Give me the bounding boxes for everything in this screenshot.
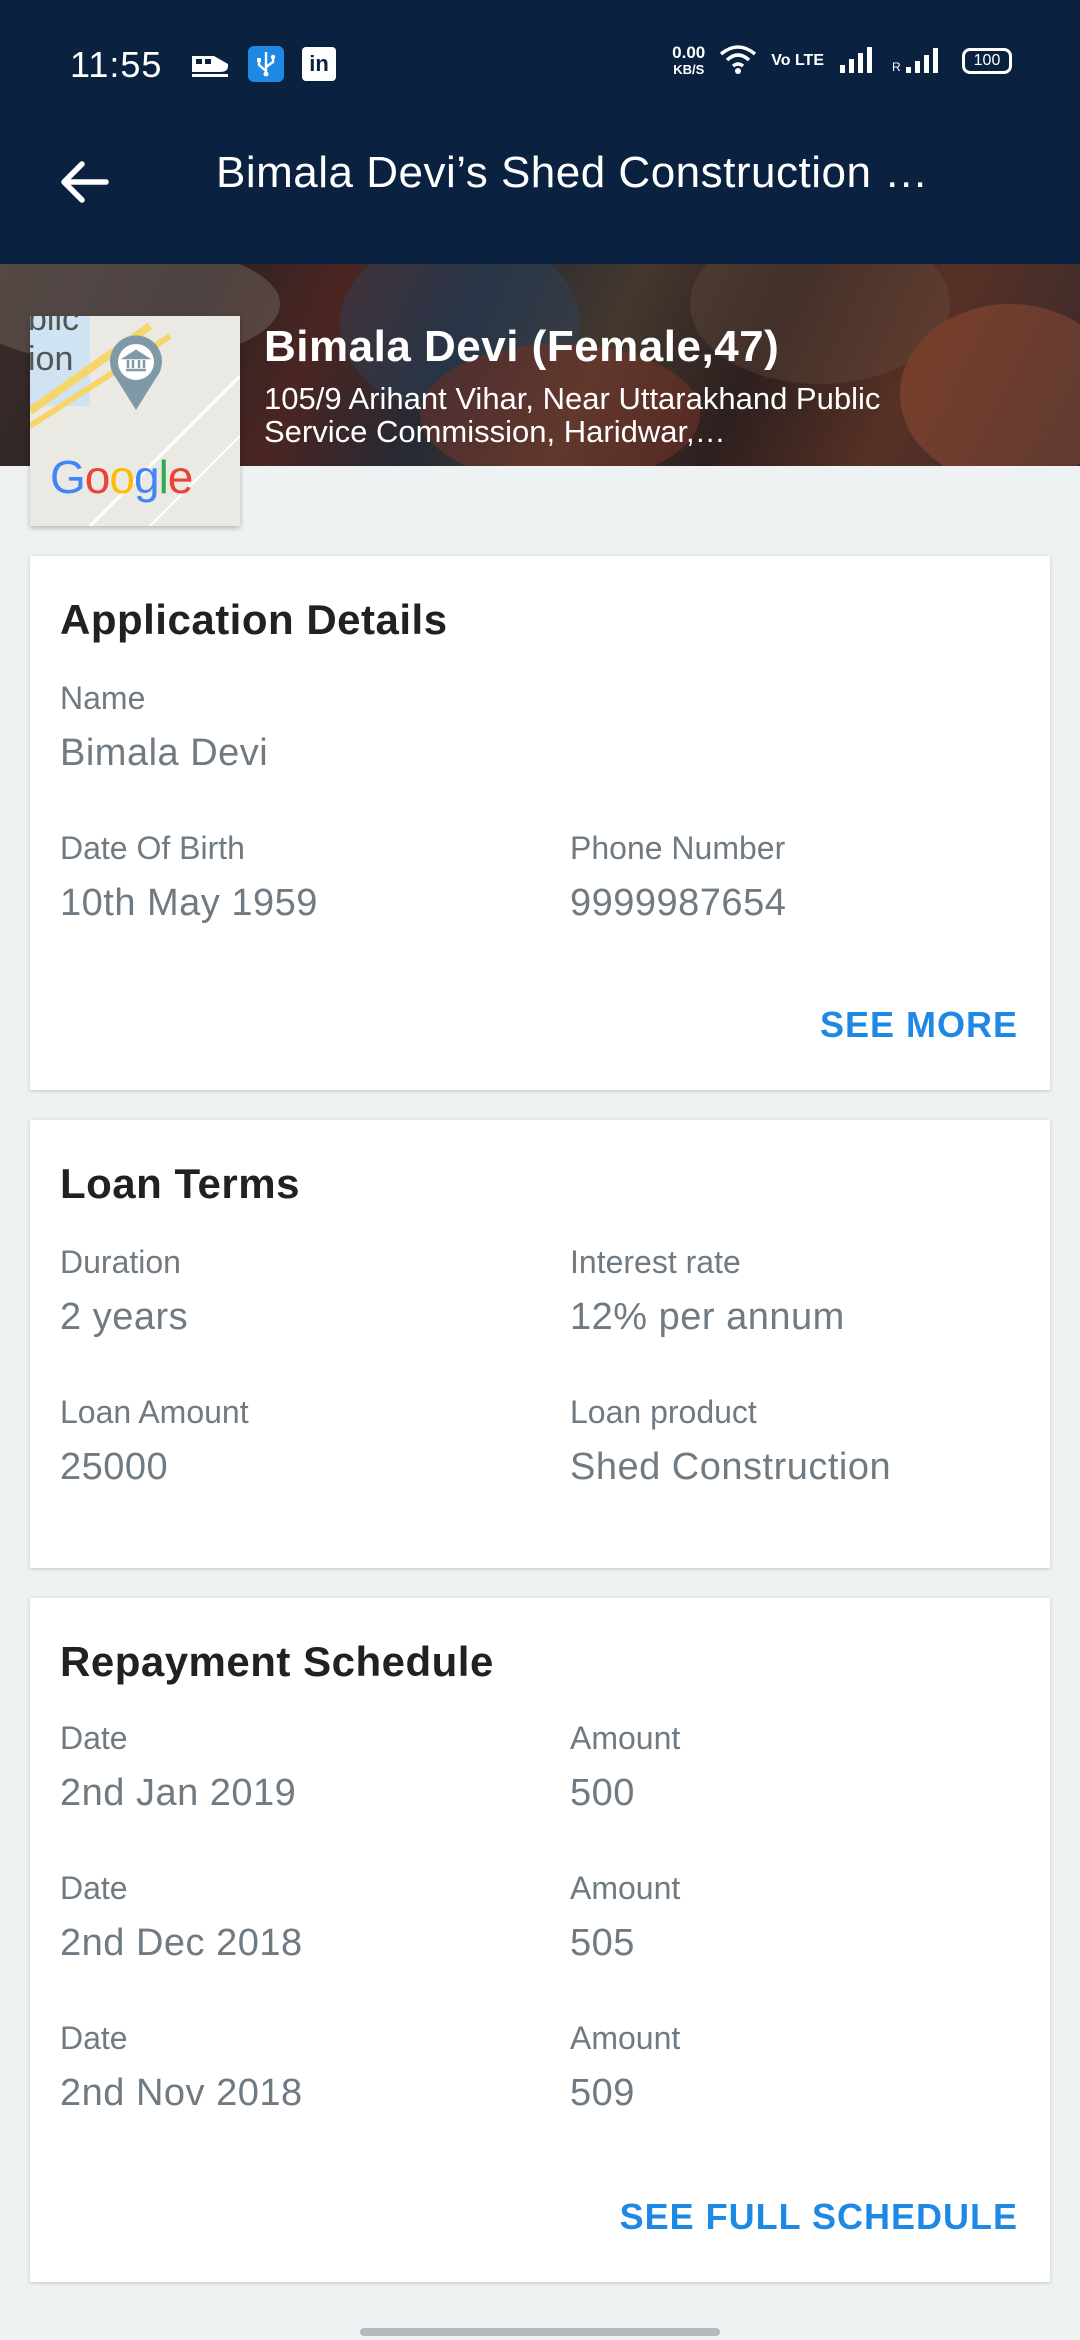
train-icon xyxy=(190,50,230,78)
see-full-schedule-button[interactable]: SEE FULL SCHEDULE xyxy=(620,2196,1018,2238)
date-label: Date xyxy=(60,1870,128,1906)
schedule-amount: 505 xyxy=(570,1922,635,1964)
network-speed-value: 0.00 xyxy=(672,43,706,62)
loan-amount-value: 25000 xyxy=(60,1446,169,1488)
loan-amount-label: Loan Amount xyxy=(60,1394,249,1430)
date-label: Date xyxy=(60,1720,128,1756)
dob-label: Date Of Birth xyxy=(60,830,245,866)
network-speed: 0.00 KB/S xyxy=(672,44,705,78)
status-time: 11:55 xyxy=(70,44,163,85)
schedule-amount: 509 xyxy=(570,2072,635,2114)
signal-roaming-icon: R xyxy=(892,45,948,77)
duration-value: 2 years xyxy=(60,1296,189,1338)
loan-terms-card: Loan Terms Duration 2 years Interest rat… xyxy=(30,1120,1050,1568)
card-title: Application Details xyxy=(60,596,448,643)
map-label-fragment: blic ion xyxy=(30,316,79,378)
volte-indicator: Vo LTE xyxy=(771,52,824,69)
schedule-date: 2nd Nov 2018 xyxy=(60,2072,303,2114)
page-title: Bimala Devi’s Shed Construction … xyxy=(216,148,929,197)
schedule-date: 2nd Jan 2019 xyxy=(60,1772,297,1814)
linkedin-icon: in xyxy=(302,47,336,81)
date-label: Date xyxy=(60,2020,128,2056)
usb-icon xyxy=(248,46,284,82)
interest-rate-label: Interest rate xyxy=(570,1244,741,1280)
status-bar: 11:55 in 0.00 KB/S Vo LTE R 100 xyxy=(0,0,1080,96)
application-details-card: Application Details Name Bimala Devi Dat… xyxy=(30,556,1050,1090)
loan-product-value: Shed Construction xyxy=(570,1446,892,1488)
interest-rate-value: 12% per annum xyxy=(570,1296,845,1338)
notification-icons: in xyxy=(190,46,336,82)
signal-icon xyxy=(838,45,878,77)
schedule-amount: 500 xyxy=(570,1772,635,1814)
amount-label: Amount xyxy=(570,1720,681,1756)
wifi-icon xyxy=(719,44,757,78)
phone-value: 9999987654 xyxy=(570,882,787,924)
svg-text:R: R xyxy=(892,60,901,73)
network-speed-unit: KB/S xyxy=(673,62,705,77)
duration-label: Duration xyxy=(60,1244,181,1280)
map-thumbnail[interactable]: blic ion Google xyxy=(30,316,240,526)
card-title: Loan Terms xyxy=(60,1160,300,1207)
schedule-date: 2nd Dec 2018 xyxy=(60,1922,303,1964)
name-label: Name xyxy=(60,680,146,716)
see-more-button[interactable]: SEE MORE xyxy=(820,1004,1018,1046)
applicant-name: Bimala Devi (Female,47) xyxy=(264,322,780,371)
battery-icon: 100 xyxy=(962,48,1012,74)
gesture-nav-handle[interactable] xyxy=(360,2328,720,2336)
phone-label: Phone Number xyxy=(570,830,786,866)
amount-label: Amount xyxy=(570,2020,681,2056)
amount-label: Amount xyxy=(570,1870,681,1906)
applicant-address: 105/9 Arihant Vihar, Near Uttarakhand Pu… xyxy=(264,381,881,449)
card-title: Repayment Schedule xyxy=(60,1638,494,1685)
system-icons: 0.00 KB/S Vo LTE R 100 xyxy=(672,44,1012,78)
dob-value: 10th May 1959 xyxy=(60,882,318,924)
arrow-left-icon xyxy=(61,161,109,203)
map-pin-icon xyxy=(110,335,162,410)
name-value: Bimala Devi xyxy=(60,732,269,774)
app-bar: Bimala Devi’s Shed Construction … xyxy=(0,96,1080,264)
google-logo: Google xyxy=(50,451,193,503)
back-button[interactable] xyxy=(44,142,124,222)
loan-product-label: Loan product xyxy=(570,1394,757,1430)
repayment-schedule-card: Repayment Schedule Date 2nd Jan 2019 Amo… xyxy=(30,1598,1050,2282)
